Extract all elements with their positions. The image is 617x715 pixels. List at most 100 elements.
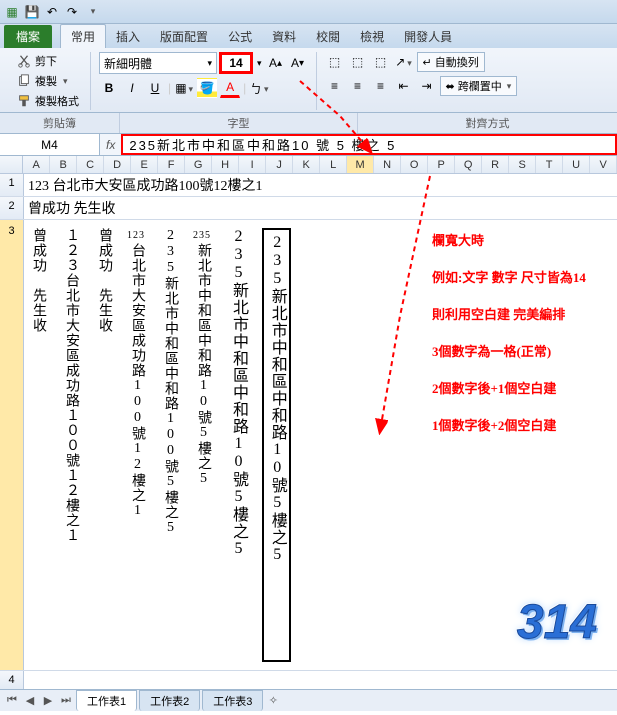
name-box[interactable]: M4 xyxy=(0,134,100,155)
orientation-button[interactable]: ↗ xyxy=(394,52,414,72)
sheet-tab-bar: ⏮ ◀ ▶ ⏭ 工作表1 工作表2 工作表3 ✧ xyxy=(0,689,617,711)
align-bottom-button[interactable]: ⬚ xyxy=(371,52,391,72)
row-header[interactable]: 1 xyxy=(0,174,24,196)
col-header[interactable]: E xyxy=(131,156,158,173)
sheet-tab-1[interactable]: 工作表1 xyxy=(76,690,137,711)
tab-insert[interactable]: 插入 xyxy=(106,25,150,48)
col-header[interactable]: Q xyxy=(455,156,482,173)
italic-button[interactable]: I xyxy=(122,78,142,98)
vert-col-7[interactable]: 235新北市中和區中和路10號5樓之5 xyxy=(226,228,250,662)
file-tab[interactable]: 檔案 xyxy=(4,25,52,48)
copy-button[interactable]: 複製 xyxy=(14,72,82,90)
tab-data[interactable]: 資料 xyxy=(262,25,306,48)
col-header[interactable]: K xyxy=(293,156,320,173)
wrap-text-label: 自動換列 xyxy=(435,54,479,70)
align-center-button[interactable]: ≡ xyxy=(348,76,368,96)
redo-icon[interactable]: ↷ xyxy=(64,4,80,20)
decrease-indent-button[interactable]: ⇤ xyxy=(394,76,414,96)
sheet-tab-3[interactable]: 工作表3 xyxy=(202,690,263,711)
col-header[interactable]: F xyxy=(158,156,185,173)
cell-a1[interactable]: 123 台北市大安區成功路100號12樓之1 xyxy=(24,174,617,196)
align-top-button[interactable]: ⬚ xyxy=(325,52,345,72)
sheet-nav-last[interactable]: ⏭ xyxy=(58,693,74,709)
row-header[interactable]: 4 xyxy=(0,671,24,689)
format-painter-label: 複製格式 xyxy=(35,93,79,109)
watermark-314: 314 xyxy=(517,595,597,650)
vert-col-6[interactable]: 新北市中和區中和路10號5樓之5 xyxy=(193,243,214,487)
col-header[interactable]: I xyxy=(239,156,266,173)
vert-col-5[interactable]: 235新北市中和區中和路100號5樓之5 xyxy=(160,228,181,662)
tab-developer[interactable]: 開發人員 xyxy=(394,25,462,48)
align-left-button[interactable]: ≡ xyxy=(325,76,345,96)
font-name-combo[interactable]: 新細明體▾ xyxy=(99,52,217,74)
cell-a2[interactable]: 曾成功 先生收 xyxy=(24,197,617,219)
fill-color-button[interactable]: 🪣 xyxy=(197,78,217,98)
shrink-font-button[interactable]: A▾ xyxy=(288,53,308,73)
col-header[interactable]: H xyxy=(212,156,239,173)
row-header[interactable]: 3 xyxy=(0,220,24,670)
increase-indent-button[interactable]: ⇥ xyxy=(417,76,437,96)
phonetic-button[interactable]: ㄅ xyxy=(249,78,269,98)
align-middle-button[interactable]: ⬚ xyxy=(348,52,368,72)
qat-more[interactable] xyxy=(84,4,100,20)
col-header[interactable]: T xyxy=(536,156,563,173)
col-header[interactable]: P xyxy=(428,156,455,173)
cut-button[interactable]: 剪下 xyxy=(14,52,82,70)
vert-col-2[interactable]: １２３台北市大安區成功路１００號１２樓之１ xyxy=(61,228,82,662)
col-header[interactable]: G xyxy=(185,156,212,173)
row-header[interactable]: 2 xyxy=(0,197,24,219)
annotation-5: 2個數字後+1個空白建 xyxy=(432,378,586,397)
font-group: 新細明體▾ 14 ▾ A▴ A▾ B I U | ▦ 🪣 A | ㄅ xyxy=(91,52,317,110)
tab-home[interactable]: 常用 xyxy=(60,24,106,48)
font-color-button[interactable]: A xyxy=(220,78,240,98)
merge-center-button[interactable]: ⬌ 跨欄置中 xyxy=(440,76,518,96)
tab-review[interactable]: 校閱 xyxy=(306,25,350,48)
col-header[interactable]: D xyxy=(104,156,131,173)
col-header[interactable]: O xyxy=(401,156,428,173)
tab-view[interactable]: 檢視 xyxy=(350,25,394,48)
col-header[interactable]: L xyxy=(320,156,347,173)
sheet-nav-next[interactable]: ▶ xyxy=(40,693,56,709)
quick-access-toolbar: ▦ 💾 ↶ ↷ xyxy=(0,0,617,24)
col-header[interactable]: B xyxy=(50,156,77,173)
col-header[interactable]: S xyxy=(509,156,536,173)
vert-col-3[interactable]: 曾成功 先生收 xyxy=(94,228,115,662)
clipboard-group: 剪下 複製 複製格式 xyxy=(6,52,91,110)
vert-col-4-top[interactable]: 123 xyxy=(127,228,148,243)
formula-input[interactable]: 235新北市中和區中和路10 號 5 樓之 5 xyxy=(121,134,617,155)
vert-col-4[interactable]: 台北市大安區成功路100號12樓之1 xyxy=(127,243,148,519)
select-all-corner[interactable] xyxy=(0,156,23,173)
tab-formulas[interactable]: 公式 xyxy=(218,25,262,48)
new-sheet-button[interactable]: ✧ xyxy=(265,693,281,709)
col-header[interactable]: U xyxy=(563,156,590,173)
col-header[interactable]: N xyxy=(374,156,401,173)
font-size-combo[interactable]: 14 xyxy=(219,52,253,74)
vert-col-1[interactable]: 曾成功 先生收 xyxy=(28,228,49,662)
align-right-button[interactable]: ≡ xyxy=(371,76,391,96)
col-header[interactable]: A xyxy=(23,156,50,173)
font-group-label: 字型 xyxy=(120,113,358,133)
grow-font-button[interactable]: A▴ xyxy=(266,53,286,73)
bold-button[interactable]: B xyxy=(99,78,119,98)
font-size-dropdown[interactable]: ▾ xyxy=(255,58,264,69)
sheet-tab-2[interactable]: 工作表2 xyxy=(139,690,200,711)
wrap-text-button[interactable]: ↵ 自動換列 xyxy=(417,52,485,72)
sheet-nav-first[interactable]: ⏮ xyxy=(4,693,20,709)
save-icon[interactable]: 💾 xyxy=(24,4,40,20)
col-header[interactable]: J xyxy=(266,156,293,173)
cell-a4[interactable] xyxy=(24,671,617,689)
border-button[interactable]: ▦ xyxy=(174,78,194,98)
tab-layout[interactable]: 版面配置 xyxy=(150,25,218,48)
col-header[interactable]: M xyxy=(347,156,374,173)
underline-button[interactable]: U xyxy=(145,78,165,98)
vert-col-m-selected[interactable]: 235新北市中和區中和路10號5樓之5 xyxy=(262,228,291,662)
fx-icon[interactable]: fx xyxy=(100,138,121,152)
col-header[interactable]: V xyxy=(590,156,617,173)
col-header[interactable]: R xyxy=(482,156,509,173)
annotation-4: 3個數字為一格(正常) xyxy=(432,341,586,360)
format-painter-button[interactable]: 複製格式 xyxy=(14,92,82,110)
vert-col-6-top[interactable]: 235 xyxy=(193,228,214,243)
sheet-nav-prev[interactable]: ◀ xyxy=(22,693,38,709)
col-header[interactable]: C xyxy=(77,156,104,173)
undo-icon[interactable]: ↶ xyxy=(44,4,60,20)
